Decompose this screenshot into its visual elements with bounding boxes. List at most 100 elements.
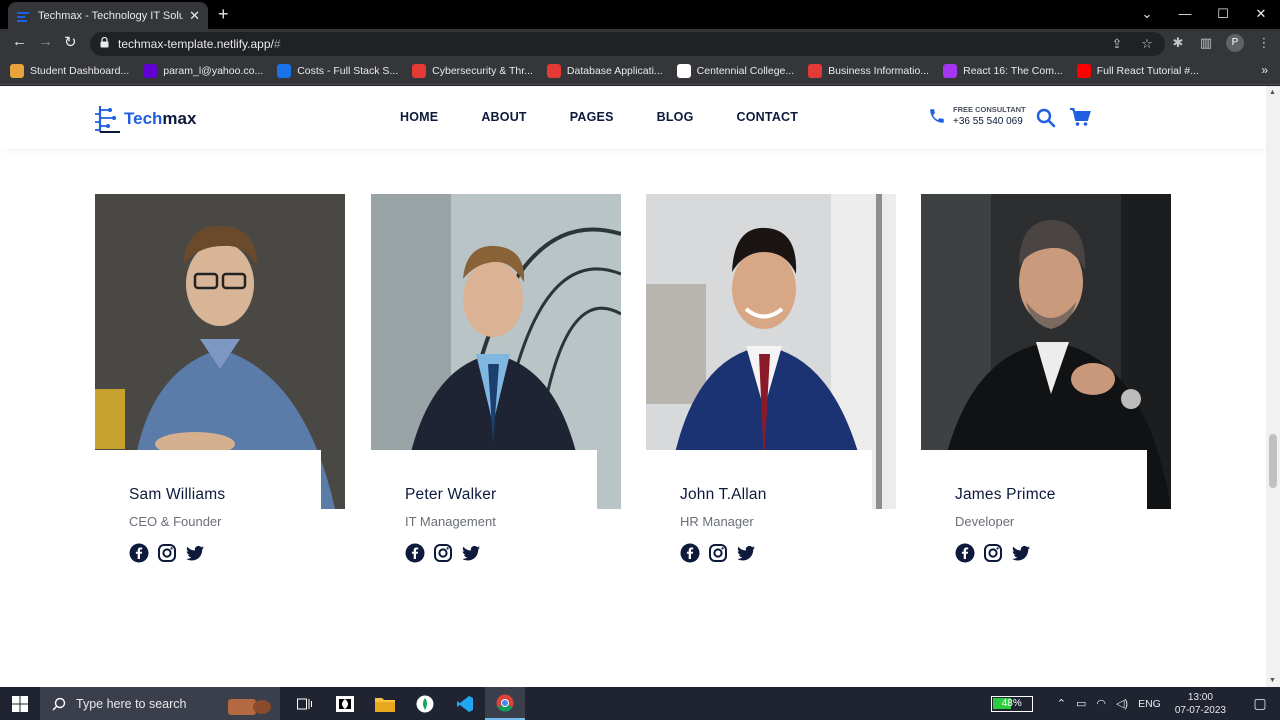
battery-tray-icon[interactable]: ▭ — [1076, 697, 1086, 710]
instagram-icon[interactable] — [433, 543, 453, 563]
bookmark-item[interactable]: Business Informatio... — [808, 64, 929, 78]
site-header: Techmax HOME ABOUT PAGES BLOG CONTACT FREE C… — [0, 86, 1266, 149]
twitter-icon[interactable] — [185, 543, 205, 563]
free-consultant[interactable]: FREE CONSULTANT +36 55 540 069 — [928, 105, 1026, 127]
new-tab-icon[interactable]: + — [218, 4, 229, 25]
taskbar-app-chrome[interactable] — [485, 687, 525, 720]
taskbar-app-file-explorer[interactable] — [365, 687, 405, 720]
reload-icon[interactable]: ↻ — [64, 33, 77, 51]
twitter-icon[interactable] — [461, 543, 481, 563]
volume-icon[interactable]: ◁) — [1116, 697, 1128, 710]
forward-icon[interactable]: → — [38, 33, 53, 50]
clock[interactable]: 13:00 07-07-2023 — [1175, 691, 1226, 717]
bookmark-item[interactable]: Database Applicati... — [546, 64, 663, 78]
bookmark-label: Full React Tutorial #... — [1096, 65, 1199, 77]
taskbar-app-mongodb[interactable] — [405, 687, 445, 720]
nav-link-pages[interactable]: PAGES — [570, 110, 614, 124]
extensions-puzzle-icon[interactable]: ✱ — [1170, 35, 1186, 51]
tab-close-icon[interactable]: ✕ — [189, 8, 200, 24]
facebook-icon[interactable] — [955, 543, 975, 563]
share-icon[interactable]: ⇪ — [1109, 36, 1125, 52]
instagram-icon[interactable] — [983, 543, 1003, 563]
url-host: techmax-template.netlify.app/ — [118, 37, 274, 51]
nav-link-about[interactable]: ABOUT — [481, 110, 526, 124]
menu-kebab-icon[interactable]: ⋮ — [1256, 35, 1272, 51]
logo-text-suffix: max — [162, 109, 197, 128]
back-icon[interactable]: ← — [12, 33, 27, 50]
battery-indicator[interactable]: 48% — [990, 695, 1033, 712]
team-member-role: CEO & Founder — [129, 514, 222, 529]
browser-toolbar: ← → ↻ techmax-template.netlify.app/# ⇪ ☆… — [0, 29, 1280, 58]
url-text: techmax-template.netlify.app/# — [118, 37, 281, 51]
search-icon[interactable] — [1036, 108, 1056, 128]
scroll-thumb[interactable] — [1269, 434, 1277, 488]
bookmark-favicon-icon — [10, 64, 24, 78]
clock-time: 13:00 — [1187, 691, 1213, 703]
team-info: James Primce Developer — [921, 450, 1147, 590]
taskbar-app-vscode[interactable] — [445, 687, 485, 720]
bookmark-item[interactable]: React 16: The Com... — [943, 64, 1063, 78]
facebook-icon[interactable] — [129, 543, 149, 563]
bookmark-item[interactable]: Student Dashboard... — [10, 64, 129, 78]
address-bar[interactable]: techmax-template.netlify.app/# ⇪ ☆ — [90, 32, 1165, 56]
taskbar-search-placeholder: Type here to search — [76, 696, 187, 711]
facebook-icon[interactable] — [680, 543, 700, 563]
techmax-favicon-icon — [17, 11, 29, 22]
bookmarks-overflow-icon[interactable]: » — [1261, 63, 1268, 77]
chrome-icon — [496, 694, 514, 712]
bookmark-item[interactable]: Full React Tutorial #... — [1076, 64, 1199, 78]
bookmark-item[interactable]: Costs - Full Stack S... — [277, 64, 398, 78]
minimize-icon[interactable]: — — [1166, 0, 1204, 29]
bookmark-item[interactable]: Centennial College... — [676, 64, 794, 78]
nav-link-home[interactable]: HOME — [400, 110, 438, 124]
task-view-button[interactable] — [285, 687, 325, 720]
lock-icon — [100, 37, 109, 48]
bookmark-label: param_l@yahoo.co... — [163, 65, 264, 77]
team-member-name: Peter Walker — [405, 486, 497, 503]
scroll-down-icon[interactable]: ▼ — [1269, 677, 1276, 684]
logo-circuit-icon — [95, 106, 120, 133]
nav-link-blog[interactable]: BLOG — [657, 110, 694, 124]
windows-taskbar: Type here to search 48% ⌃ ▭ ◠ ◁) ENG 13:… — [0, 687, 1280, 720]
twitter-icon[interactable] — [1011, 543, 1031, 563]
close-window-icon[interactable]: ✕ — [1242, 0, 1280, 29]
page-scrollbar[interactable]: ▲ ▼ — [1266, 86, 1280, 687]
bookmark-star-icon[interactable]: ☆ — [1139, 36, 1155, 52]
bookmark-label: Business Informatio... — [828, 65, 930, 77]
taskbar-search[interactable]: Type here to search — [40, 687, 280, 720]
instagram-icon[interactable] — [157, 543, 177, 563]
windows-start-button[interactable] — [0, 687, 40, 720]
tray-chevron-up-icon[interactable]: ⌃ — [1057, 697, 1066, 710]
tab-search-chevron-icon[interactable]: ⌄ — [1128, 0, 1166, 29]
consult-number: +36 55 540 069 — [953, 116, 1023, 127]
bookmark-item[interactable]: param_l@yahoo.co... — [143, 64, 263, 78]
twitter-icon[interactable] — [736, 543, 756, 563]
notifications-icon[interactable]: ▢ — [1240, 695, 1280, 712]
taskbar-app-dolby[interactable] — [325, 687, 365, 720]
side-panel-icon[interactable]: ▥ — [1198, 35, 1214, 51]
wifi-icon[interactable]: ◠ — [1096, 697, 1106, 710]
bookmark-favicon-icon — [808, 64, 823, 78]
profile-avatar[interactable]: P — [1226, 34, 1244, 52]
bookmark-item[interactable]: Cybersecurity & Thr... — [412, 64, 533, 78]
logo[interactable]: Techmax — [94, 102, 196, 136]
search-icon — [52, 697, 66, 711]
facebook-icon[interactable] — [405, 543, 425, 563]
team-card: Sam Williams CEO & Founder — [95, 194, 345, 594]
bookmark-favicon-icon — [412, 64, 427, 78]
team-member-role: Developer — [955, 514, 1015, 529]
scroll-up-icon[interactable]: ▲ — [1269, 89, 1276, 96]
instagram-icon[interactable] — [708, 543, 728, 563]
cart-icon[interactable] — [1069, 107, 1091, 127]
mongodb-compass-icon — [416, 695, 434, 712]
input-language[interactable]: ENG — [1138, 698, 1161, 710]
team-member-name: Sam Williams — [129, 486, 226, 503]
nav-link-contact[interactable]: CONTACT — [737, 110, 799, 124]
team-card: James Primce Developer — [921, 194, 1171, 594]
team-card: Peter Walker IT Management — [371, 194, 621, 594]
battery-percent: 48% — [1001, 697, 1022, 709]
taskbar-apps — [285, 687, 525, 720]
browser-tab-active[interactable]: Techmax - Technology IT Solution ✕ — [8, 2, 208, 29]
maximize-icon[interactable]: ☐ — [1204, 0, 1242, 29]
main-navigation: HOME ABOUT PAGES BLOG CONTACT — [400, 110, 841, 124]
